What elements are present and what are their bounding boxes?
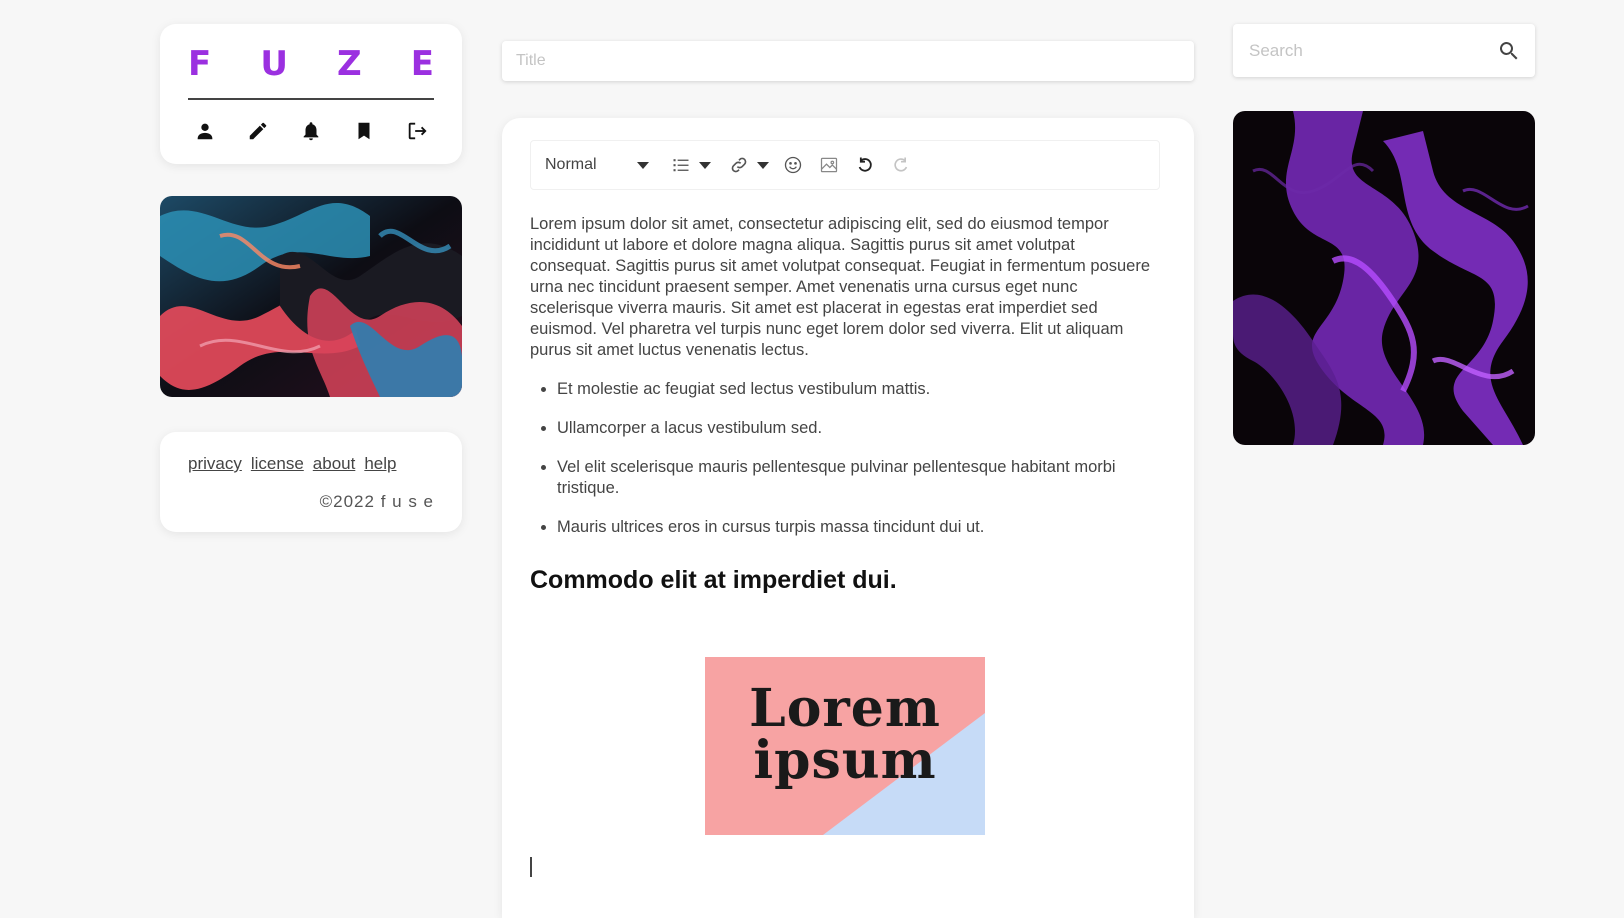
footer-links: privacy license about help: [188, 454, 434, 474]
emoji-icon[interactable]: [777, 148, 809, 182]
privacy-link[interactable]: privacy: [188, 454, 242, 474]
nav-bar: [188, 118, 434, 144]
help-link[interactable]: help: [364, 454, 396, 474]
title-input[interactable]: [502, 41, 1194, 81]
purple-fluid-art-image: [1233, 111, 1535, 445]
search-input[interactable]: [1247, 39, 1497, 62]
chevron-down-icon: [637, 161, 649, 169]
logo-letter: U: [260, 44, 288, 84]
image-text-line: Lorem: [749, 678, 941, 739]
format-select[interactable]: Normal: [537, 148, 657, 182]
person-icon[interactable]: [192, 118, 218, 144]
list-dropdown[interactable]: [661, 148, 715, 182]
logout-icon[interactable]: [404, 118, 430, 144]
pencil-icon[interactable]: [245, 118, 271, 144]
link-icon[interactable]: [723, 148, 755, 182]
abstract-art-image: [160, 196, 462, 397]
image-text-line: ipsum: [753, 730, 937, 791]
about-link[interactable]: about: [313, 454, 356, 474]
logo-divider: [188, 98, 434, 100]
list-item: Vel elit scelerisque mauris pellentesque…: [557, 457, 1160, 499]
footer-card: privacy license about help ©2022 f u s e: [160, 432, 462, 532]
image-icon[interactable]: [813, 148, 845, 182]
format-select-value: Normal: [545, 156, 597, 173]
logo-letter: E: [410, 44, 434, 84]
bullet-list: Et molestie ac feugiat sed lectus vestib…: [530, 379, 1160, 538]
embedded-image[interactable]: Lorem ipsum: [705, 657, 985, 835]
image-text: Lorem ipsum: [705, 683, 985, 787]
body-paragraph: Lorem ipsum dolor sit amet, consectetur …: [530, 215, 1151, 359]
text-cursor: [530, 857, 532, 877]
undo-icon[interactable]: [849, 148, 881, 182]
list-item: Ullamcorper a lacus vestibulum sed.: [557, 418, 1160, 439]
editor-content[interactable]: Lorem ipsum dolor sit amet, consectetur …: [530, 214, 1160, 877]
list-icon[interactable]: [665, 148, 697, 182]
editor-toolbar: Normal: [530, 140, 1160, 190]
search-box: [1233, 24, 1535, 77]
license-link[interactable]: license: [251, 454, 304, 474]
section-heading: Commodo elit at imperdiet dui.: [530, 566, 897, 594]
bell-icon[interactable]: [298, 118, 324, 144]
chevron-down-icon: [757, 161, 769, 169]
logo[interactable]: F U Z E: [188, 42, 434, 86]
brand-card: F U Z E: [160, 24, 462, 164]
editor-card: Normal Lorem ipsum dolor sit amet, conse…: [502, 118, 1194, 918]
list-item: Et molestie ac feugiat sed lectus vestib…: [557, 379, 1160, 400]
redo-icon[interactable]: [885, 148, 917, 182]
chevron-down-icon: [699, 161, 711, 169]
link-dropdown[interactable]: [719, 148, 773, 182]
logo-letter: Z: [337, 44, 362, 84]
logo-letter: F: [188, 44, 212, 84]
copyright-text: ©2022 f u s e: [319, 492, 434, 511]
search-icon[interactable]: [1497, 39, 1521, 63]
bookmark-icon[interactable]: [351, 118, 377, 144]
list-item: Mauris ultrices eros in cursus turpis ma…: [557, 517, 1160, 538]
